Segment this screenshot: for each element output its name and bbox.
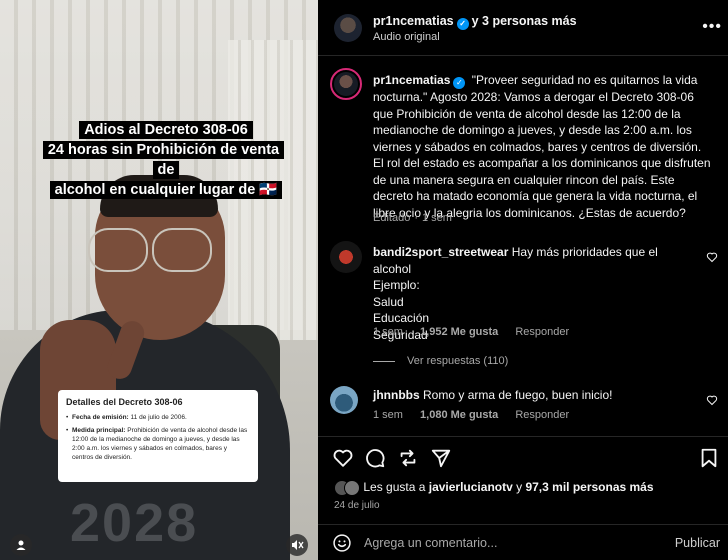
heart-icon[interactable]: [332, 447, 354, 469]
caption-time: 1 sem: [421, 212, 452, 224]
comment-text: Romo y arma de fuego, buen inicio!: [423, 388, 613, 402]
comment-time: 1 sem: [373, 326, 403, 338]
decree-card-title: Detalles del Decreto 308-06: [66, 397, 183, 407]
post-comment-button[interactable]: Publicar: [675, 536, 720, 550]
comment-likes[interactable]: 1,952 Me gusta: [420, 326, 498, 338]
liker-avatar: [344, 480, 360, 496]
mute-icon[interactable]: [286, 534, 308, 556]
video-caption-line-1: Adios al Decreto 308-06: [79, 121, 253, 139]
video-caption-line-3: alcohol en cualquier lugar de 🇩🇴: [49, 181, 283, 199]
view-replies-button[interactable]: Ver respuestas (110): [373, 355, 508, 367]
commenter-avatar[interactable]: [330, 386, 358, 414]
likes-user[interactable]: javierlucianotv: [429, 480, 513, 494]
decree-card-item-label: Fecha de emisión:: [72, 414, 129, 421]
author-avatar[interactable]: [334, 14, 362, 42]
comment-meta: 1 sem 1,080 Me gusta Responder: [373, 409, 583, 421]
caption-edited: Editado: [373, 212, 411, 224]
comment-time: 1 sem: [373, 409, 403, 421]
post-header: pr1ncematias ✓ y 3 personas más Audio orig…: [318, 0, 728, 56]
reply-button[interactable]: Responder: [515, 409, 569, 421]
decree-details-card: Detalles del Decreto 308-06 Fecha de emi…: [58, 390, 258, 482]
audio-link[interactable]: Audio original: [373, 31, 440, 43]
decree-card-item: Fecha de emisión: 11 de julio de 2006.: [66, 413, 250, 422]
video-caption-line-2: 24 horas sin Prohibición de venta de: [42, 141, 285, 179]
glasses-lens-right: [152, 228, 212, 272]
post-date: 24 de julio: [334, 500, 380, 511]
comment-text-block: jhnnbbs Romo y arma de fuego, buen inici…: [373, 387, 683, 404]
header-title: pr1ncematias ✓ y 3 personas más: [373, 14, 577, 30]
more-options-icon[interactable]: •••: [702, 18, 722, 36]
video-player[interactable]: 2028 Adios al Decreto 308-06 24 horas si…: [0, 0, 318, 560]
post-panel: pr1ncematias ✓ y 3 personas más Audio orig…: [318, 0, 728, 560]
like-comment-icon[interactable]: [706, 251, 718, 263]
caption-text-block: pr1ncematias ✓ "Proveer seguridad no es q…: [373, 72, 713, 221]
save-icon[interactable]: [698, 447, 720, 469]
comment-line: Ejemplo:: [373, 278, 420, 292]
caption-avatar[interactable]: [330, 68, 362, 100]
view-replies-label: Ver respuestas (110): [407, 355, 509, 367]
caption-username[interactable]: pr1ncematias: [373, 73, 450, 87]
likes-count[interactable]: 97,3 mil personas más: [525, 480, 653, 494]
decree-card-item: Medida principal: Prohibición de venta d…: [66, 426, 250, 462]
caption-text: "Proveer seguridad no es quitarnos la vi…: [373, 73, 711, 220]
user-icon[interactable]: [10, 534, 32, 556]
post-actions-bar: [318, 436, 728, 476]
shirt-print: 2028: [70, 493, 199, 553]
commenter-username[interactable]: jhnnbbs: [373, 388, 420, 402]
likes-prefix: Les gusta a: [363, 480, 429, 495]
glasses-lens-left: [88, 228, 148, 272]
collaborators-link[interactable]: y 3 personas más: [472, 14, 577, 28]
verified-icon: ✓: [456, 18, 469, 30]
header-username[interactable]: pr1ncematias: [373, 14, 454, 28]
comment-likes[interactable]: 1,080 Me gusta: [420, 409, 498, 421]
share-icon[interactable]: [430, 447, 452, 469]
repost-icon[interactable]: [397, 447, 419, 469]
caption-meta: Editado · 1 sem: [373, 212, 452, 224]
likes-summary: Les gusta a javierlucianotv y 97,3 mil p…: [334, 480, 654, 496]
glasses: [86, 228, 214, 274]
likes-middle: y: [512, 480, 526, 495]
verified-icon: ✓: [453, 77, 466, 89]
comment-composer: Publicar: [318, 524, 728, 560]
comment-line: Salud: [373, 294, 404, 309]
like-comment-icon[interactable]: [706, 394, 718, 406]
commenter-username[interactable]: bandi2sport_streetwear: [373, 245, 508, 259]
comment-line: Educación: [373, 311, 430, 325]
emoji-icon[interactable]: [332, 533, 352, 553]
comment-input[interactable]: [364, 533, 654, 553]
decree-card-item-label: Medida principal:: [72, 427, 126, 434]
commenter-avatar[interactable]: [330, 241, 362, 273]
comment-icon[interactable]: [364, 447, 386, 469]
decree-card-item-text: 11 de julio de 2006.: [128, 414, 187, 421]
reply-button[interactable]: Responder: [515, 326, 569, 338]
video-caption: Adios al Decreto 308-06 24 horas sin Pro…: [36, 120, 296, 200]
comment-meta: 1 sem 1,952 Me gusta Responder: [373, 326, 583, 338]
